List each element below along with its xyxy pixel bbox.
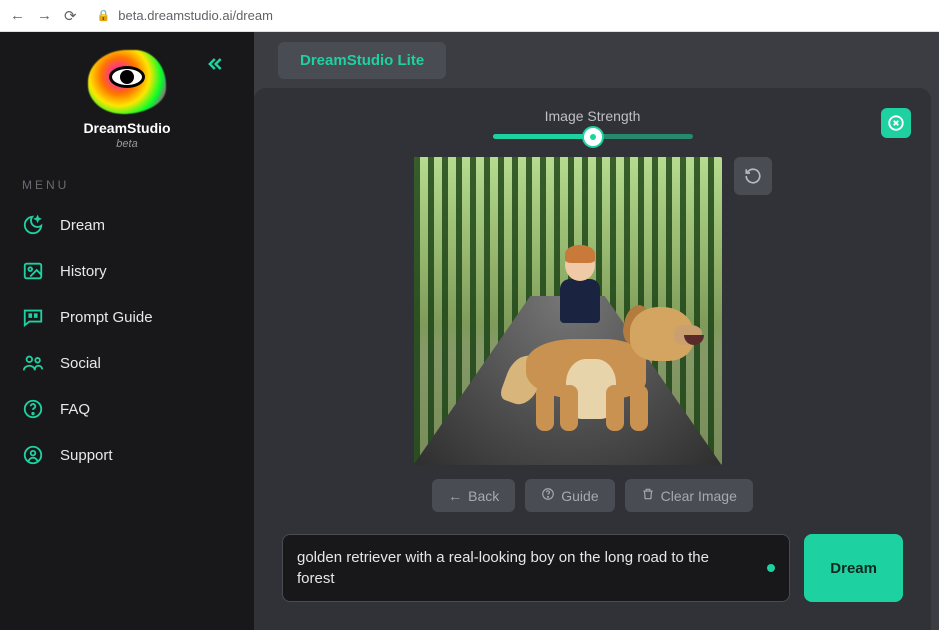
- nav-forward-icon[interactable]: →: [37, 7, 52, 25]
- brand-name: DreamStudio: [83, 120, 170, 136]
- sidebar-item-label: Prompt Guide: [60, 309, 153, 326]
- sidebar-item-history[interactable]: History: [0, 248, 254, 294]
- sidebar-item-support[interactable]: Support: [0, 432, 254, 478]
- brand-subtitle: beta: [83, 138, 170, 150]
- back-button[interactable]: ← Back: [432, 479, 515, 512]
- image-strength-slider[interactable]: [493, 134, 693, 139]
- sidebar-item-label: Social: [60, 355, 101, 372]
- lock-icon: 🔒: [97, 9, 111, 22]
- slider-thumb[interactable]: [584, 128, 602, 146]
- menu-list: Dream History Prompt Guide Social: [0, 202, 254, 478]
- url-bar[interactable]: 🔒 beta.dreamstudio.ai/dream: [91, 8, 929, 23]
- topbar: DreamStudio Lite: [254, 32, 939, 88]
- arrow-left-icon: ←: [448, 488, 462, 504]
- collapse-sidebar-icon[interactable]: [204, 54, 224, 80]
- menu-heading: MENU: [0, 150, 254, 202]
- sidebar-item-faq[interactable]: FAQ: [0, 386, 254, 432]
- clear-image-button[interactable]: Clear Image: [625, 479, 753, 512]
- browser-toolbar: ← → ⟳ 🔒 beta.dreamstudio.ai/dream: [0, 0, 939, 32]
- sidebar: DreamStudio beta MENU Dream History: [0, 32, 254, 630]
- prompt-input[interactable]: golden retriever with a real-looking boy…: [282, 534, 790, 602]
- status-dot-icon: [767, 564, 775, 572]
- question-icon: [541, 487, 555, 504]
- image-icon: [22, 260, 44, 282]
- url-text: beta.dreamstudio.ai/dream: [118, 8, 273, 23]
- clear-image-button-label: Clear Image: [661, 488, 737, 504]
- prompt-text: golden retriever with a real-looking boy…: [297, 549, 709, 587]
- nav-reload-icon[interactable]: ⟳: [64, 7, 77, 25]
- trash-icon: [641, 487, 655, 504]
- sidebar-item-label: Support: [60, 447, 113, 464]
- back-button-label: Back: [468, 488, 499, 504]
- sidebar-item-dream[interactable]: Dream: [0, 202, 254, 248]
- dream-button[interactable]: Dream: [804, 534, 903, 602]
- moon-sparkle-icon: [22, 214, 44, 236]
- globe-person-icon: [22, 444, 44, 466]
- guide-button-label: Guide: [561, 488, 598, 504]
- sidebar-item-label: Dream: [60, 217, 105, 234]
- regenerate-button[interactable]: [734, 157, 772, 195]
- main: DreamStudio Lite Image Strength: [254, 32, 939, 630]
- image-strength-label: Image Strength: [545, 108, 641, 124]
- sidebar-item-prompt-guide[interactable]: Prompt Guide: [0, 294, 254, 340]
- sidebar-item-social[interactable]: Social: [0, 340, 254, 386]
- dog-figure: [506, 299, 686, 439]
- logo-eye-icon: [88, 50, 166, 114]
- quote-bubble-icon: [22, 306, 44, 328]
- mode-button[interactable]: DreamStudio Lite: [278, 42, 446, 79]
- guide-button[interactable]: Guide: [525, 479, 614, 512]
- brand-logo[interactable]: DreamStudio beta: [83, 50, 170, 150]
- sidebar-item-label: History: [60, 263, 107, 280]
- workspace: Image Strength: [254, 88, 931, 630]
- nav-back-icon[interactable]: ←: [10, 7, 25, 25]
- sidebar-item-label: FAQ: [60, 401, 90, 418]
- close-button[interactable]: [881, 108, 911, 138]
- preview-image: [414, 157, 722, 465]
- question-circle-icon: [22, 398, 44, 420]
- users-icon: [22, 352, 44, 374]
